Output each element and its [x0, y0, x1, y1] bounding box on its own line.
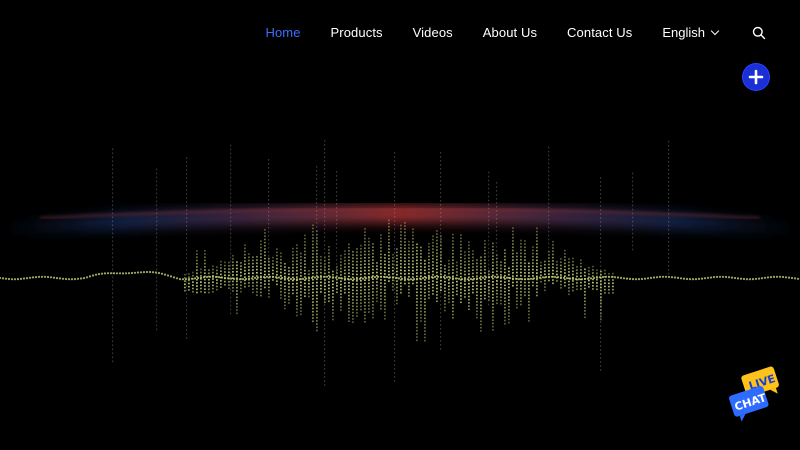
live-chat-button[interactable]: LIVE CHAT — [728, 364, 784, 422]
language-label: English — [662, 24, 705, 40]
live-chat-icon: LIVE CHAT — [729, 366, 779, 422]
waveform-graphic — [0, 140, 800, 386]
page: Home Products Videos About Us Contact Us… — [0, 0, 800, 450]
nav-item-products[interactable]: Products — [331, 25, 383, 40]
chevron-down-icon — [710, 26, 720, 35]
main-navigation: Home Products Videos About Us Contact Us… — [235, 0, 800, 64]
language-selector[interactable]: English — [662, 24, 720, 40]
search-icon — [752, 26, 766, 40]
nav-item-videos[interactable]: Videos — [413, 25, 453, 40]
waveform-dots — [0, 140, 800, 386]
hero-waveform-visual — [0, 0, 800, 450]
nav-item-home[interactable]: Home — [265, 25, 300, 40]
search-button[interactable] — [752, 26, 766, 40]
floating-plus-button[interactable] — [743, 64, 769, 90]
nav-item-about-us[interactable]: About Us — [483, 25, 537, 40]
nav-item-contact-us[interactable]: Contact Us — [567, 25, 632, 40]
plus-icon — [748, 69, 764, 85]
